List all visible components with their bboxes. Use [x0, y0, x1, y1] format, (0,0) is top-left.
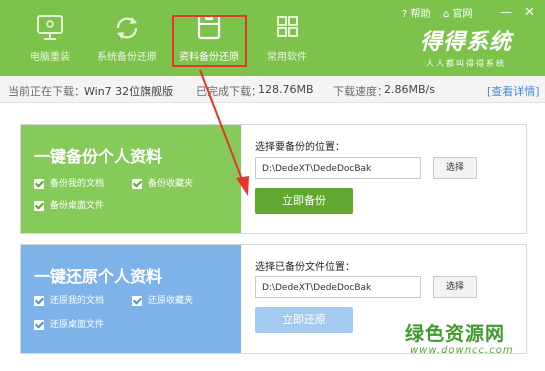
home-link[interactable]: ⌂ 官网: [443, 5, 473, 20]
backup-location-label: 选择要备份的位置：: [255, 142, 345, 153]
top-toolbar: 电脑重装 系统备份还原 资料备份还原 常用软件 ? 帮助 ⌂ 官网 — ✕ 得得…: [0, 0, 545, 76]
backup-panel: 一键备份个人资料 备份我的文档 备份收藏夹 备份桌面文件: [21, 125, 241, 233]
restore-path-field[interactable]: D:\DedeXT\DedeDocBak: [255, 276, 421, 298]
backup-browse-button[interactable]: 选择: [433, 157, 477, 179]
checkbox-checked-icon: [132, 295, 142, 306]
restore-now-button[interactable]: 立即还原: [255, 307, 353, 333]
backup-option-favorites[interactable]: 备份收藏夹: [132, 176, 193, 189]
backup-path-field[interactable]: D:\DedeXT\DedeDocBak: [255, 157, 421, 179]
speed-label: 下载速度：: [333, 85, 388, 98]
restore-option-favorites[interactable]: 还原收藏夹: [132, 293, 193, 306]
download-status-bar: 当前正在下载： Win7 32位旗舰版 已完成下载： 128.76MB 下载速度…: [0, 76, 545, 103]
backup-option-documents[interactable]: 备份我的文档: [34, 176, 104, 189]
checkbox-checked-icon: [34, 319, 44, 330]
toolbar-label: 系统备份还原: [97, 52, 157, 63]
help-icon: ?: [402, 9, 408, 20]
toolbar-item-reinstall[interactable]: 电脑重装: [15, 10, 85, 70]
done-value: 128.76MB: [258, 83, 314, 96]
restore-panel: 一键还原个人资料 还原我的文档 还原收藏夹 还原桌面文件: [21, 245, 241, 353]
checkbox-checked-icon: [132, 178, 142, 189]
monitor-icon: [35, 14, 65, 42]
restore-title: 一键还原个人资料: [34, 267, 163, 286]
watermark-title: 绿色资源网: [405, 323, 506, 345]
downloading-value: Win7 32位旗舰版: [84, 85, 174, 98]
brand-logo: 得得系统 人人都叫得得系统: [420, 24, 513, 68]
toolbar-item-system-backup[interactable]: 系统备份还原: [92, 10, 162, 70]
backup-option-desktop[interactable]: 备份桌面文件: [34, 198, 104, 211]
minimize-icon[interactable]: —: [500, 5, 512, 19]
home-icon: ⌂: [443, 9, 450, 20]
logo-slogan: 人人都叫得得系统: [426, 59, 506, 68]
home-label: 官网: [452, 9, 473, 20]
done-label: 已完成下载：: [196, 85, 262, 98]
refresh-icon: [112, 14, 142, 42]
checkbox-checked-icon: [34, 200, 44, 211]
backup-now-button[interactable]: 立即备份: [255, 188, 353, 214]
toolbar-label: 电脑重装: [30, 52, 70, 63]
checkbox-checked-icon: [34, 295, 44, 306]
toolbar-item-software[interactable]: 常用软件: [252, 10, 322, 70]
restore-browse-button[interactable]: 选择: [433, 276, 477, 298]
backup-title: 一键备份个人资料: [34, 147, 163, 166]
restore-option-desktop[interactable]: 还原桌面文件: [34, 317, 104, 330]
close-icon[interactable]: ✕: [524, 5, 535, 20]
checkbox-checked-icon: [34, 178, 44, 189]
help-link[interactable]: ? 帮助: [402, 5, 431, 20]
logo-title: 得得系统: [420, 30, 513, 55]
downloading-label: 当前正在下载：: [8, 85, 85, 98]
backup-card: 一键备份个人资料 备份我的文档 备份收藏夹 备份桌面文件 选择要备份的位置： D…: [20, 124, 527, 234]
grid-icon: [272, 14, 302, 42]
speed-value: 2.86MB/s: [384, 83, 435, 96]
view-details-link[interactable]: [查看详情]: [487, 83, 540, 99]
toolbar-label: 常用软件: [267, 52, 307, 63]
help-label: 帮助: [410, 9, 431, 20]
selection-highlight-box: [172, 15, 247, 67]
restore-location-label: 选择已备份文件位置：: [255, 262, 355, 273]
watermark-url: www.downcc.com: [410, 345, 514, 356]
restore-option-documents[interactable]: 还原我的文档: [34, 293, 104, 306]
